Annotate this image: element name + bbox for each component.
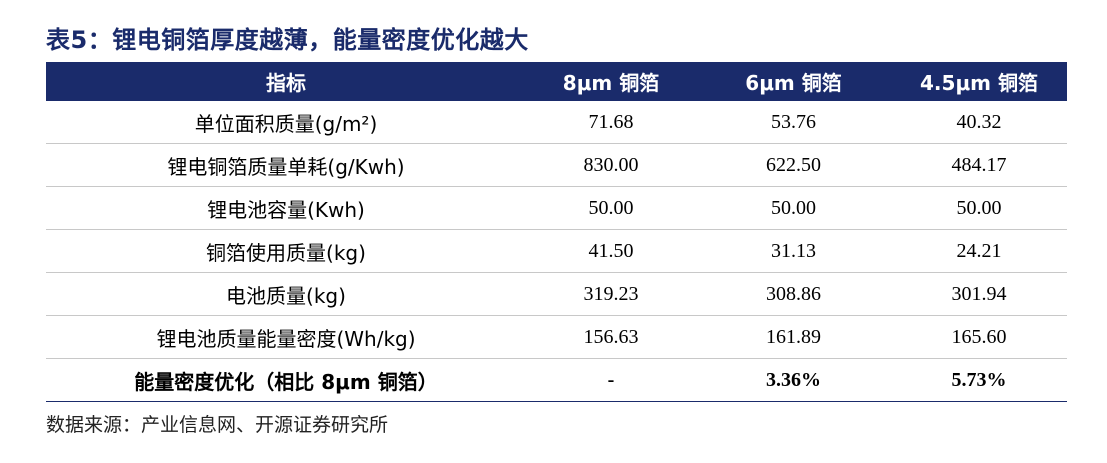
cell-4-5um: 24.21 xyxy=(891,229,1067,273)
cell-8um: 41.50 xyxy=(526,229,696,273)
table-row: 铜箔使用质量(kg) 41.50 31.13 24.21 xyxy=(46,229,1067,273)
header-cell-8um: 8μm 铜箔 xyxy=(526,62,696,101)
cell-4-5um: 165.60 xyxy=(891,315,1067,359)
row-label: 锂电池容量(Kwh) xyxy=(46,186,526,230)
table-row-summary: 能量密度优化（相比 8μm 铜箔） - 3.36% 5.73% xyxy=(46,358,1067,402)
cell-8um: - xyxy=(526,358,696,402)
row-label: 单位面积质量(g/m²) xyxy=(46,101,526,144)
table-title: 表5：锂电铜箔厚度越薄，能量密度优化越大 xyxy=(46,26,529,54)
cell-8um: 319.23 xyxy=(526,272,696,316)
source-note: 数据来源：产业信息网、开源证券研究所 xyxy=(46,414,389,436)
row-label: 锂电铜箔质量单耗(g/Kwh) xyxy=(46,143,526,187)
cell-4-5um: 50.00 xyxy=(891,186,1067,230)
cell-6um: 622.50 xyxy=(696,143,891,187)
row-label: 铜箔使用质量(kg) xyxy=(46,229,526,273)
cell-6um: 50.00 xyxy=(696,186,891,230)
cell-6um: 31.13 xyxy=(696,229,891,273)
table-row: 锂电铜箔质量单耗(g/Kwh) 830.00 622.50 484.17 xyxy=(46,143,1067,187)
header-row: 指标 8μm 铜箔 6μm 铜箔 4.5μm 铜箔 xyxy=(46,62,1067,101)
cell-6um: 53.76 xyxy=(696,101,891,144)
cell-4-5um: 301.94 xyxy=(891,272,1067,316)
cell-6um: 308.86 xyxy=(696,272,891,316)
table-row: 锂电池质量能量密度(Wh/kg) 156.63 161.89 165.60 xyxy=(46,315,1067,359)
cell-8um: 50.00 xyxy=(526,186,696,230)
row-label: 电池质量(kg) xyxy=(46,272,526,316)
cell-6um: 161.89 xyxy=(696,315,891,359)
row-label: 锂电池质量能量密度(Wh/kg) xyxy=(46,315,526,359)
cell-8um: 156.63 xyxy=(526,315,696,359)
data-table: 指标 8μm 铜箔 6μm 铜箔 4.5μm 铜箔 单位面积质量(g/m²) 7… xyxy=(46,62,1067,402)
cell-4-5um: 40.32 xyxy=(891,101,1067,144)
cell-4-5um: 5.73% xyxy=(891,358,1067,402)
table-row: 锂电池容量(Kwh) 50.00 50.00 50.00 xyxy=(46,186,1067,230)
cell-4-5um: 484.17 xyxy=(891,143,1067,187)
cell-8um: 71.68 xyxy=(526,101,696,144)
header-cell-6um: 6μm 铜箔 xyxy=(696,62,891,101)
row-label: 能量密度优化（相比 8μm 铜箔） xyxy=(46,358,526,402)
header-cell-metric: 指标 xyxy=(46,62,526,101)
table-row: 单位面积质量(g/m²) 71.68 53.76 40.32 xyxy=(46,101,1067,144)
table-row: 电池质量(kg) 319.23 308.86 301.94 xyxy=(46,272,1067,316)
cell-6um: 3.36% xyxy=(696,358,891,402)
cell-8um: 830.00 xyxy=(526,143,696,187)
header-cell-4-5um: 4.5μm 铜箔 xyxy=(891,62,1067,101)
